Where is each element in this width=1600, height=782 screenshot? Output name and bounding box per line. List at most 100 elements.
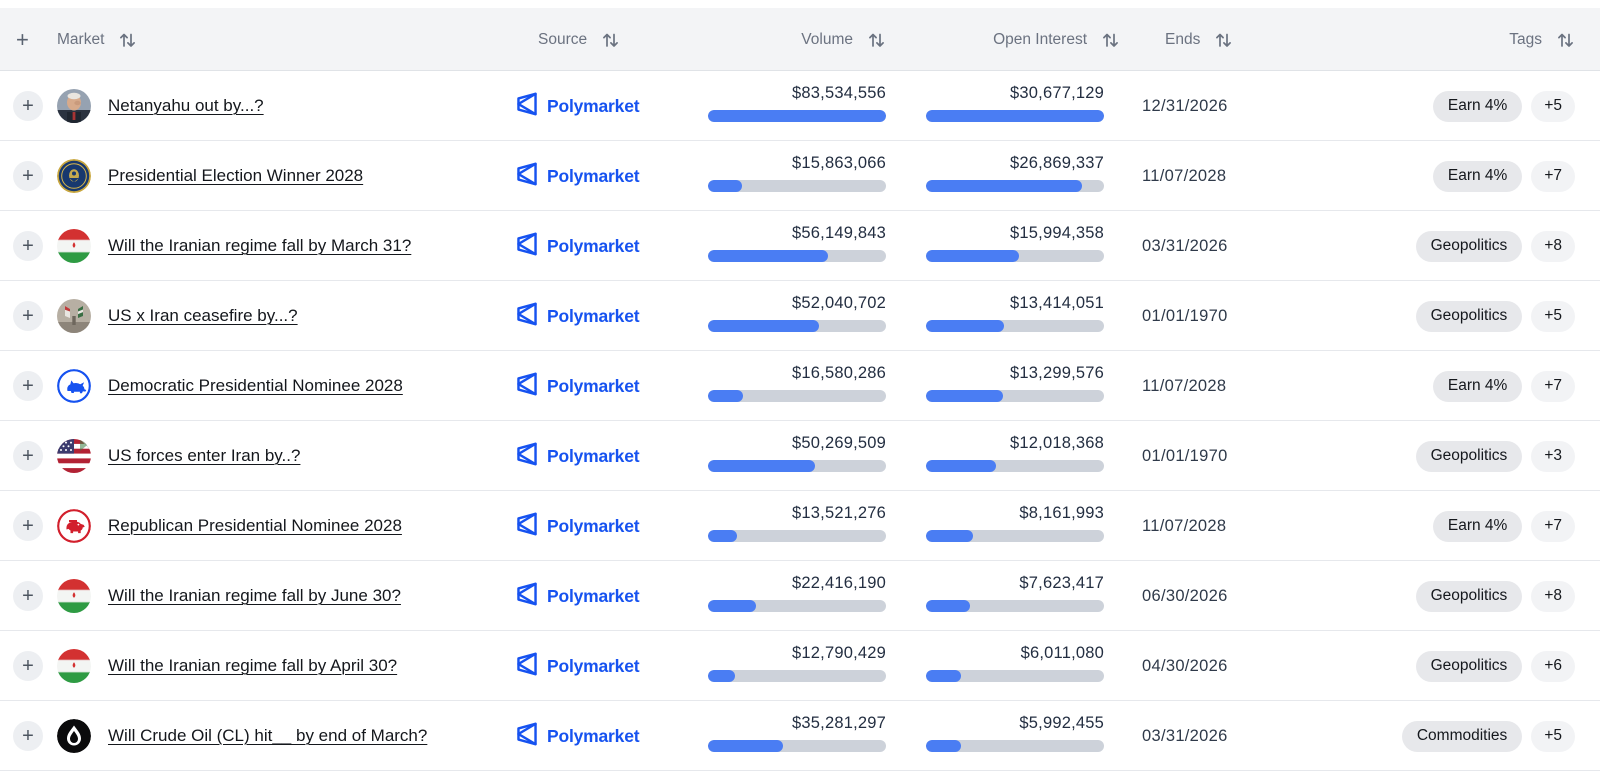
market-title-link[interactable]: Will the Iranian regime fall by April 30… <box>108 631 397 701</box>
source-label: Polymarket <box>547 446 639 467</box>
market-avatar-us-iran-flags <box>57 439 91 473</box>
tag-pill[interactable]: Earn 4% <box>1433 511 1522 542</box>
sort-icon[interactable] <box>866 30 886 50</box>
more-tags-pill[interactable]: +3 <box>1531 441 1575 472</box>
tag-pill[interactable]: Earn 4% <box>1433 161 1522 192</box>
market-title-link[interactable]: US x Iran ceasefire by...? <box>108 281 298 351</box>
market-avatar-democrat-donkey <box>57 369 91 403</box>
sort-icon[interactable] <box>600 30 620 50</box>
volume-bar-track <box>708 670 886 682</box>
volume-cell: $50,269,509 <box>708 434 886 472</box>
source-link[interactable]: Polymarket <box>514 701 639 771</box>
tag-pill[interactable]: Geopolitics <box>1416 231 1523 262</box>
source-link[interactable]: Polymarket <box>514 281 639 351</box>
source-link[interactable]: Polymarket <box>514 631 639 701</box>
volume-bar-track <box>708 250 886 262</box>
more-tags-pill[interactable]: +7 <box>1531 511 1575 542</box>
tag-pill[interactable]: Commodities <box>1402 721 1522 752</box>
sort-icon[interactable] <box>1213 30 1233 50</box>
column-header-open-interest[interactable]: Open Interest <box>920 8 1120 71</box>
source-label: Polymarket <box>547 236 639 257</box>
source-link[interactable]: Polymarket <box>514 491 639 561</box>
add-market-button[interactable]: + <box>13 301 43 331</box>
market-title-link[interactable]: Netanyahu out by...? <box>108 71 264 141</box>
source-link[interactable]: Polymarket <box>514 141 639 211</box>
volume-value: $16,580,286 <box>708 364 886 383</box>
column-header-ends[interactable]: Ends <box>1165 8 1233 71</box>
open-interest-cell: $7,623,417 <box>926 574 1104 612</box>
open-interest-value: $15,994,358 <box>926 224 1104 243</box>
market-row: + US forces enter Iran by..? Polymarket … <box>0 421 1600 491</box>
add-market-button[interactable]: + <box>13 91 43 121</box>
polymarket-logo-icon <box>514 91 540 122</box>
volume-value: $35,281,297 <box>708 714 886 733</box>
open-interest-cell: $8,161,993 <box>926 504 1104 542</box>
source-link[interactable]: Polymarket <box>514 211 639 281</box>
add-market-button[interactable]: + <box>13 581 43 611</box>
market-title-link[interactable]: Will Crude Oil (CL) hit__ by end of Marc… <box>108 701 427 771</box>
more-tags-pill[interactable]: +8 <box>1531 581 1575 612</box>
more-tags-pill[interactable]: +5 <box>1531 91 1575 122</box>
market-row: + Republican Presidential Nominee 2028 P… <box>0 491 1600 561</box>
add-market-button[interactable]: + <box>13 511 43 541</box>
sort-icon[interactable] <box>1100 30 1120 50</box>
table-body: + Netanyahu out by...? Polymarket $83,53… <box>0 71 1600 771</box>
plus-icon: + <box>22 302 34 330</box>
more-tags-pill[interactable]: +7 <box>1531 161 1575 192</box>
market-title-link[interactable]: Will the Iranian regime fall by June 30? <box>108 561 401 631</box>
more-tags-pill[interactable]: +5 <box>1531 721 1575 752</box>
tag-pill[interactable]: Earn 4% <box>1433 91 1522 122</box>
add-market-button[interactable]: + <box>13 371 43 401</box>
plus-icon: + <box>22 582 34 610</box>
more-tags-pill[interactable]: +5 <box>1531 301 1575 332</box>
column-header-ends-label: Ends <box>1165 31 1200 49</box>
more-tags-pill[interactable]: +6 <box>1531 651 1575 682</box>
open-interest-bar-fill <box>926 250 1019 262</box>
open-interest-bar-fill <box>926 180 1082 192</box>
open-interest-bar-track <box>926 600 1104 612</box>
header-plus-icon[interactable]: + <box>16 8 29 71</box>
top-spacer <box>0 0 1600 8</box>
source-link[interactable]: Polymarket <box>514 561 639 631</box>
add-market-button[interactable]: + <box>13 231 43 261</box>
source-link[interactable]: Polymarket <box>514 71 639 141</box>
market-title-link[interactable]: US forces enter Iran by..? <box>108 421 300 491</box>
more-tags-pill[interactable]: +7 <box>1531 371 1575 402</box>
tags-cell: Earn 4% +7 <box>1433 491 1575 561</box>
open-interest-bar-fill <box>926 740 961 752</box>
column-header-volume[interactable]: Volume <box>686 8 886 71</box>
add-market-button[interactable]: + <box>13 721 43 751</box>
open-interest-bar-track <box>926 670 1104 682</box>
tag-pill[interactable]: Geopolitics <box>1416 441 1523 472</box>
open-interest-cell: $26,869,337 <box>926 154 1104 192</box>
open-interest-bar-track <box>926 740 1104 752</box>
tag-pill[interactable]: Earn 4% <box>1433 371 1522 402</box>
add-market-button[interactable]: + <box>13 441 43 471</box>
source-link[interactable]: Polymarket <box>514 351 639 421</box>
source-label: Polymarket <box>547 376 639 397</box>
sort-icon[interactable] <box>117 30 137 50</box>
market-title-link[interactable]: Will the Iranian regime fall by March 31… <box>108 211 411 281</box>
market-row: + Will the Iranian regime fall by June 3… <box>0 561 1600 631</box>
tag-pill[interactable]: Geopolitics <box>1416 301 1523 332</box>
sort-icon[interactable] <box>1555 30 1575 50</box>
volume-value: $22,416,190 <box>708 574 886 593</box>
column-header-tags[interactable]: Tags <box>1380 8 1575 71</box>
market-title-link[interactable]: Presidential Election Winner 2028 <box>108 141 363 211</box>
column-header-source[interactable]: Source <box>538 8 620 71</box>
tag-pill[interactable]: Geopolitics <box>1416 581 1523 612</box>
market-title-link[interactable]: Democratic Presidential Nominee 2028 <box>108 351 403 421</box>
market-avatar-iran-flag <box>57 649 91 683</box>
more-tags-pill[interactable]: +8 <box>1531 231 1575 262</box>
ends-date: 11/07/2028 <box>1142 491 1226 561</box>
tag-pill[interactable]: Geopolitics <box>1416 651 1523 682</box>
volume-value: $50,269,509 <box>708 434 886 453</box>
market-title-link[interactable]: Republican Presidential Nominee 2028 <box>108 491 402 561</box>
add-market-button[interactable]: + <box>13 651 43 681</box>
source-link[interactable]: Polymarket <box>514 421 639 491</box>
market-avatar-oil-drop <box>57 719 91 753</box>
column-header-market[interactable]: Market <box>57 8 137 71</box>
add-market-button[interactable]: + <box>13 161 43 191</box>
volume-value: $52,040,702 <box>708 294 886 313</box>
polymarket-logo-icon <box>514 231 540 262</box>
